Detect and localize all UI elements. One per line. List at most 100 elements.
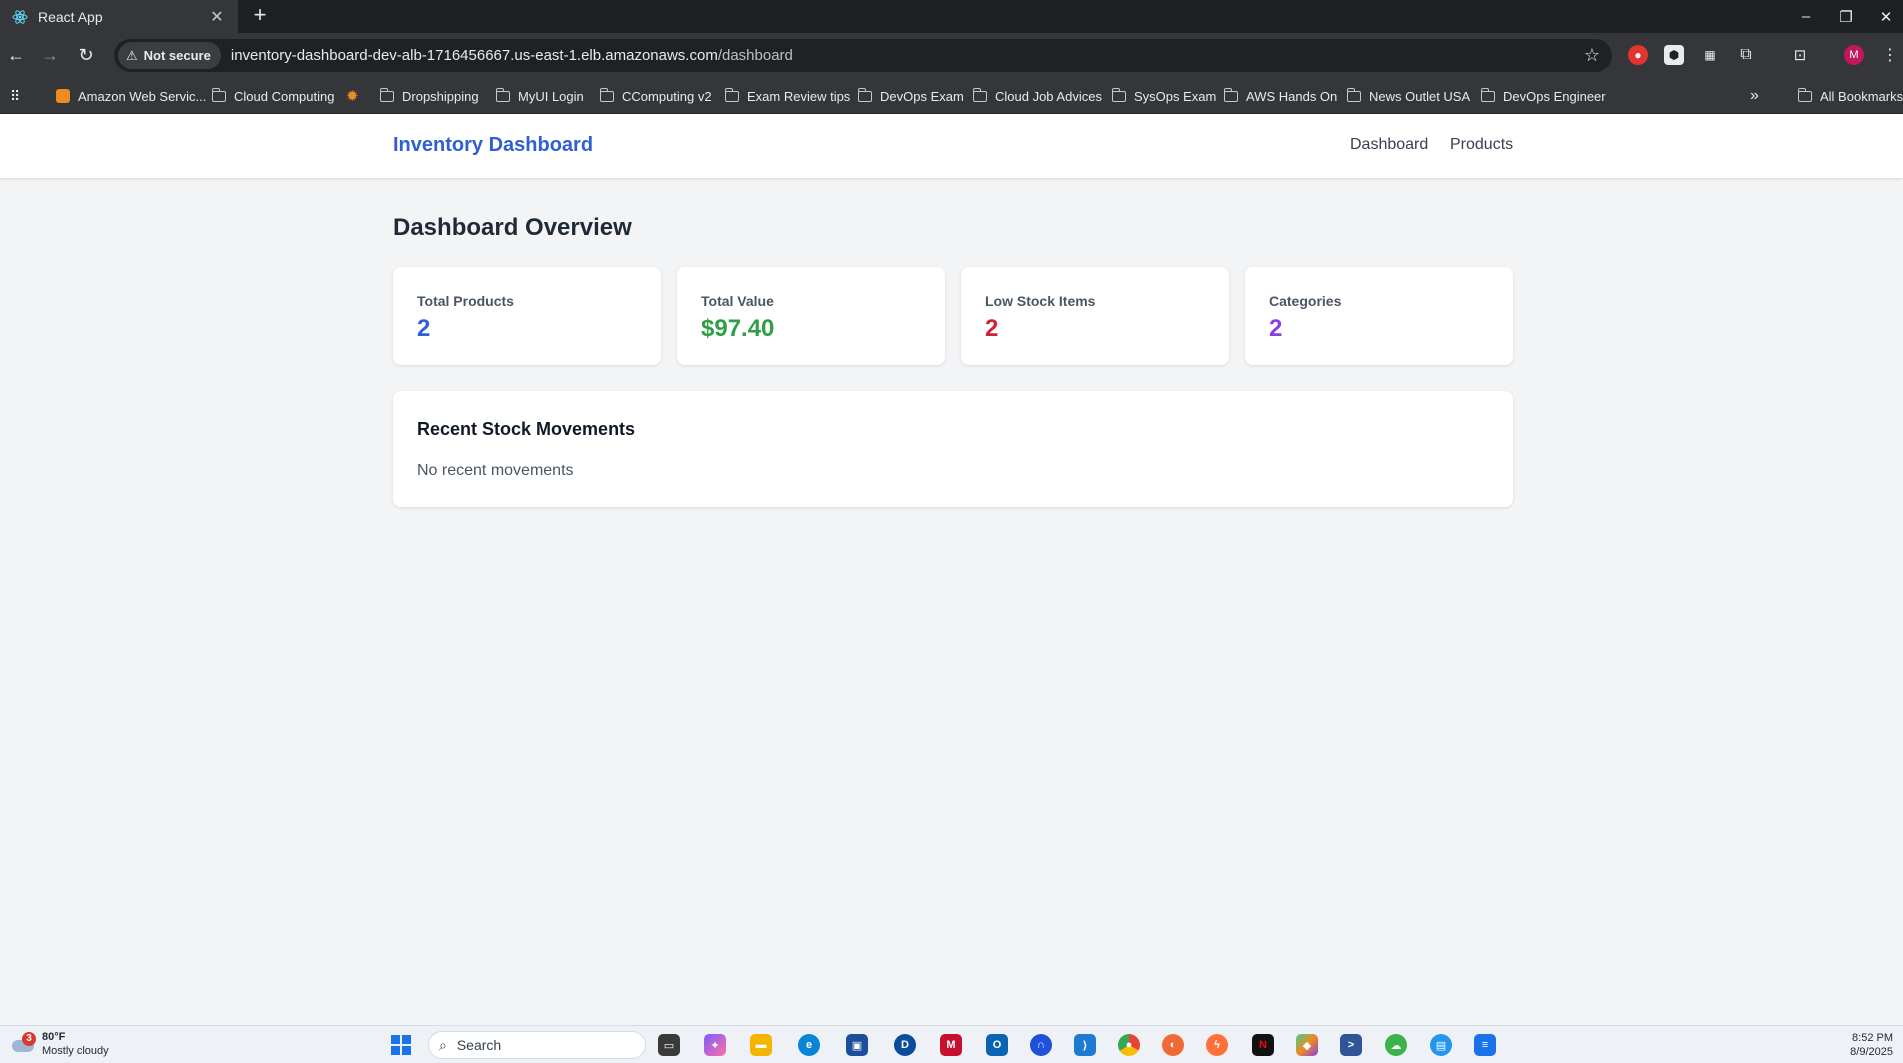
temperature: 80°F — [42, 1031, 66, 1043]
windows-start-icon[interactable] — [390, 1034, 412, 1056]
stat-card-categories: Categories 2 — [1245, 267, 1513, 365]
folder-icon — [599, 87, 614, 102]
panel-title: Recent Stock Movements — [417, 419, 636, 439]
windows-taskbar: 3 80°F Mostly cloudy ⌕ Search ▭ ✦ ▬ e ▣ … — [0, 1025, 1903, 1063]
bookmark-gear-icon[interactable]: ✹ — [346, 78, 359, 114]
taskbar-search[interactable]: ⌕ Search — [428, 1031, 646, 1059]
weather-widget[interactable]: 3 80°F Mostly cloudy — [10, 1030, 109, 1058]
app-navbar: Inventory Dashboard Dashboard Products — [0, 114, 1903, 178]
profile-avatar[interactable]: M — [1844, 45, 1864, 65]
folder-icon — [972, 87, 987, 102]
cloud-app-icon[interactable]: ☁ — [1385, 1034, 1407, 1056]
all-bookmarks[interactable]: All Bookmarks — [1797, 78, 1903, 114]
search-icon: ⌕ — [439, 1036, 447, 1053]
file-explorer-icon[interactable]: ▬ — [750, 1034, 772, 1056]
back-icon[interactable]: ← — [2, 41, 30, 69]
menu-kebab-icon[interactable]: ⋮ — [1880, 45, 1900, 65]
bookmark-cloud-computing[interactable]: Cloud Computing — [211, 78, 335, 114]
netflix-icon[interactable]: N — [1252, 1034, 1274, 1056]
stat-value: 2 — [1269, 315, 1283, 342]
new-tab-button[interactable]: + — [248, 4, 272, 28]
bookmark-devops-engineer[interactable]: DevOps Engineer — [1480, 78, 1606, 114]
bookmark-label: Exam Review tips — [747, 88, 851, 104]
folder-icon — [1346, 87, 1361, 102]
bookmark-label: CComputing v2 — [622, 88, 712, 104]
folder-icon — [495, 87, 510, 102]
bookmarks-overflow-icon[interactable]: » — [1750, 78, 1759, 114]
vpn-icon[interactable]: ∩ — [1030, 1034, 1052, 1056]
browser-tab-active[interactable]: React App ✕ — [0, 0, 238, 33]
bookmark-label: AWS Hands On — [1246, 88, 1338, 104]
apps-grid-icon[interactable]: ⠿ — [10, 78, 20, 114]
extension-red-icon[interactable]: ● — [1628, 45, 1648, 65]
side-panel-icon[interactable]: ⊡ — [1790, 45, 1810, 65]
app-brand[interactable]: Inventory Dashboard — [393, 134, 593, 157]
bookmark-sysops-exam[interactable]: SysOps Exam — [1111, 78, 1217, 114]
security-chip[interactable]: ⚠ Not secure — [118, 42, 221, 69]
stat-label: Total Value — [701, 293, 774, 309]
bookmark-aws[interactable]: Amazon Web Servic... — [56, 78, 206, 114]
bookmark-myui-login[interactable]: MyUI Login — [495, 78, 584, 114]
stat-label: Low Stock Items — [985, 293, 1096, 309]
bookmark-aws-hands-on[interactable]: AWS Hands On — [1223, 78, 1338, 114]
window-close-icon[interactable]: ✕ — [1863, 0, 1903, 33]
docker-icon[interactable]: ▤ — [1430, 1034, 1452, 1056]
bookmark-devops-exam[interactable]: DevOps Exam — [857, 78, 964, 114]
bookmark-label: MyUI Login — [518, 88, 584, 104]
address-bar[interactable]: ⚠ Not secure inventory-dashboard-dev-alb… — [114, 39, 1612, 72]
outlook-icon[interactable]: O — [986, 1034, 1008, 1056]
cloudy-weather-icon: 3 — [10, 1032, 36, 1054]
edge-icon[interactable]: e — [798, 1034, 820, 1056]
task-view-icon[interactable]: ▭ — [658, 1034, 680, 1056]
bookmark-label: DevOps Exam — [880, 88, 964, 104]
bookmark-label: Cloud Computing — [234, 88, 335, 104]
bookmark-star-icon[interactable]: ☆ — [1584, 45, 1600, 66]
url-text[interactable]: inventory-dashboard-dev-alb-1716456667.u… — [231, 47, 793, 64]
aws-cube-icon — [56, 89, 70, 103]
bookmark-ccomputing-v2[interactable]: CComputing v2 — [599, 78, 712, 114]
clock-date: 8/9/2025 — [1850, 1046, 1893, 1058]
mcafee-icon[interactable]: M — [940, 1034, 962, 1056]
extension-shield-icon[interactable]: ⬢ — [1664, 45, 1684, 65]
extension-grid-icon[interactable]: ▦ — [1700, 45, 1720, 65]
reload-icon[interactable]: ↻ — [72, 41, 100, 69]
folder-icon — [1223, 87, 1238, 102]
extensions-puzzle-icon[interactable]: ⧉ — [1736, 45, 1756, 65]
bookmark-label: Cloud Job Advices — [995, 88, 1102, 104]
bookmark-news-outlet-usa[interactable]: News Outlet USA — [1346, 78, 1471, 114]
weather-badge: 3 — [22, 1032, 36, 1046]
tab-close-icon[interactable]: ✕ — [208, 7, 226, 27]
bookmark-cloud-job-advices[interactable]: Cloud Job Advices — [972, 78, 1102, 114]
folder-icon — [1480, 87, 1495, 102]
app-diamond-icon[interactable]: ◆ — [1296, 1034, 1318, 1056]
react-icon — [12, 9, 28, 25]
recent-movements-panel: Recent Stock Movements No recent movemen… — [393, 391, 1513, 507]
system-clock[interactable]: 8:52 PM 8/9/2025 — [1850, 1031, 1893, 1059]
vscode-icon[interactable]: ⟩ — [1074, 1034, 1096, 1056]
folder-icon — [1111, 87, 1126, 102]
search-placeholder: Search — [456, 1037, 502, 1053]
copilot-icon[interactable]: ✦ — [704, 1034, 726, 1056]
bookmark-dropshipping[interactable]: Dropshipping — [379, 78, 479, 114]
chrome-icon[interactable]: ● — [1118, 1034, 1140, 1056]
stat-value: 2 — [417, 315, 431, 342]
bookmark-label: SysOps Exam — [1134, 88, 1217, 104]
bookmark-label: Amazon Web Servic... — [78, 88, 207, 104]
powershell-icon[interactable]: > — [1340, 1034, 1362, 1056]
notepad-icon[interactable]: ≡ — [1474, 1034, 1496, 1056]
nav-dashboard[interactable]: Dashboard — [1350, 136, 1428, 154]
dell-icon[interactable]: D — [894, 1034, 916, 1056]
bookmark-label: News Outlet USA — [1369, 88, 1471, 104]
bookmark-exam-review-tips[interactable]: Exam Review tips — [724, 78, 851, 114]
stat-card-total-value: Total Value $97.40 — [677, 267, 945, 365]
duckduckgo-icon[interactable]: ◐ — [1162, 1034, 1184, 1056]
stat-label: Total Products — [417, 293, 514, 309]
weather-condition: Mostly cloudy — [42, 1045, 109, 1057]
store-icon[interactable]: ▣ — [846, 1034, 868, 1056]
bookmark-label: All Bookmarks — [1820, 88, 1903, 104]
app-page: Inventory Dashboard Dashboard Products D… — [0, 114, 1903, 1025]
forward-icon[interactable]: → — [36, 41, 64, 69]
warning-icon: ⚠ — [126, 47, 138, 63]
firefox-icon[interactable]: ϟ — [1206, 1034, 1228, 1056]
nav-products[interactable]: Products — [1450, 136, 1513, 154]
